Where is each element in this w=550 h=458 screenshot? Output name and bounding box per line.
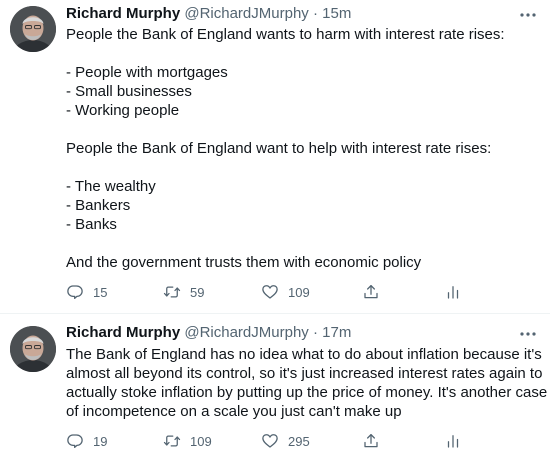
retweet-icon	[163, 432, 181, 450]
share-icon	[362, 283, 380, 301]
analytics-icon	[444, 283, 462, 301]
retweet-button[interactable]: 109	[163, 431, 212, 451]
like-count: 295	[288, 433, 310, 449]
avatar[interactable]	[10, 6, 56, 52]
share-button[interactable]	[362, 282, 380, 302]
heart-icon	[261, 283, 279, 301]
more-horizontal-icon[interactable]	[518, 8, 538, 22]
tweet-text-line: People the Bank of England wants to harm…	[66, 26, 505, 43]
tweet-text-gap	[66, 234, 538, 253]
more-horizontal-icon[interactable]	[518, 327, 538, 341]
separator: ·	[312, 324, 318, 341]
tweet-text-line: And the government trusts them with econ…	[66, 254, 422, 271]
tweet-actions: 19 109 295	[66, 431, 466, 451]
reply-button[interactable]: 15	[66, 282, 107, 302]
tweet-text-gap	[66, 158, 538, 177]
retweet-button[interactable]: 59	[163, 282, 204, 302]
tweet-text-gap	[66, 120, 538, 139]
display-name[interactable]: Richard Murphy	[66, 5, 180, 22]
tweet[interactable]: Richard Murphy @RichardJMurphy · 15m Peo…	[0, 0, 550, 314]
reply-icon	[66, 283, 84, 301]
separator: ·	[312, 5, 318, 22]
analytics-button[interactable]	[444, 431, 462, 451]
reply-count: 15	[93, 284, 108, 300]
timestamp[interactable]: 17m	[322, 324, 351, 341]
retweet-count: 109	[190, 433, 212, 449]
tweet-text-line: - Small businesses	[66, 83, 192, 100]
reply-count: 19	[93, 433, 108, 449]
analytics-button[interactable]	[444, 282, 462, 302]
tweet-text-line: The Bank of England has no idea what to …	[66, 346, 542, 363]
reply-button[interactable]: 19	[66, 431, 107, 451]
handle[interactable]: @RichardJMurphy	[184, 5, 308, 22]
tweet-text-line: - Bankers	[66, 197, 131, 214]
tweet-header: Richard Murphy @RichardJMurphy · 17m	[66, 323, 510, 343]
tweet-text-line: almost all beyond its control, so it's j…	[66, 365, 543, 382]
tweet-text-line: - People with mortgages	[66, 64, 228, 81]
retweet-count: 59	[190, 284, 205, 300]
share-button[interactable]	[362, 431, 380, 451]
tweet-text: The Bank of England has no idea what to …	[66, 345, 548, 421]
tweet-text-line: - Banks	[66, 216, 117, 233]
retweet-icon	[163, 283, 181, 301]
tweet-actions: 15 59 109	[66, 282, 466, 302]
like-button[interactable]: 295	[261, 431, 310, 451]
tweet-text-line: - Working people	[66, 102, 180, 119]
tweet-text-line: of incompetence on a scale you just can'…	[66, 403, 402, 420]
avatar[interactable]	[10, 326, 56, 372]
analytics-icon	[444, 432, 462, 450]
tweet-text-line: - The wealthy	[66, 178, 156, 195]
tweet-header: Richard Murphy @RichardJMurphy · 15m	[66, 4, 510, 24]
display-name[interactable]: Richard Murphy	[66, 324, 180, 341]
tweet-text-gap	[66, 44, 538, 63]
timestamp[interactable]: 15m	[322, 5, 351, 22]
reply-icon	[66, 432, 84, 450]
like-button[interactable]: 109	[261, 282, 310, 302]
tweet-text-line: People the Bank of England want to help …	[66, 140, 492, 157]
heart-icon	[261, 432, 279, 450]
tweet-text: People the Bank of England wants to harm…	[66, 25, 538, 272]
handle[interactable]: @RichardJMurphy	[184, 324, 308, 341]
like-count: 109	[288, 284, 310, 300]
tweet-text-line: actually stoke inflation by putting up t…	[66, 384, 548, 401]
tweet[interactable]: Richard Murphy @RichardJMurphy · 17m The…	[0, 314, 550, 458]
share-icon	[362, 432, 380, 450]
